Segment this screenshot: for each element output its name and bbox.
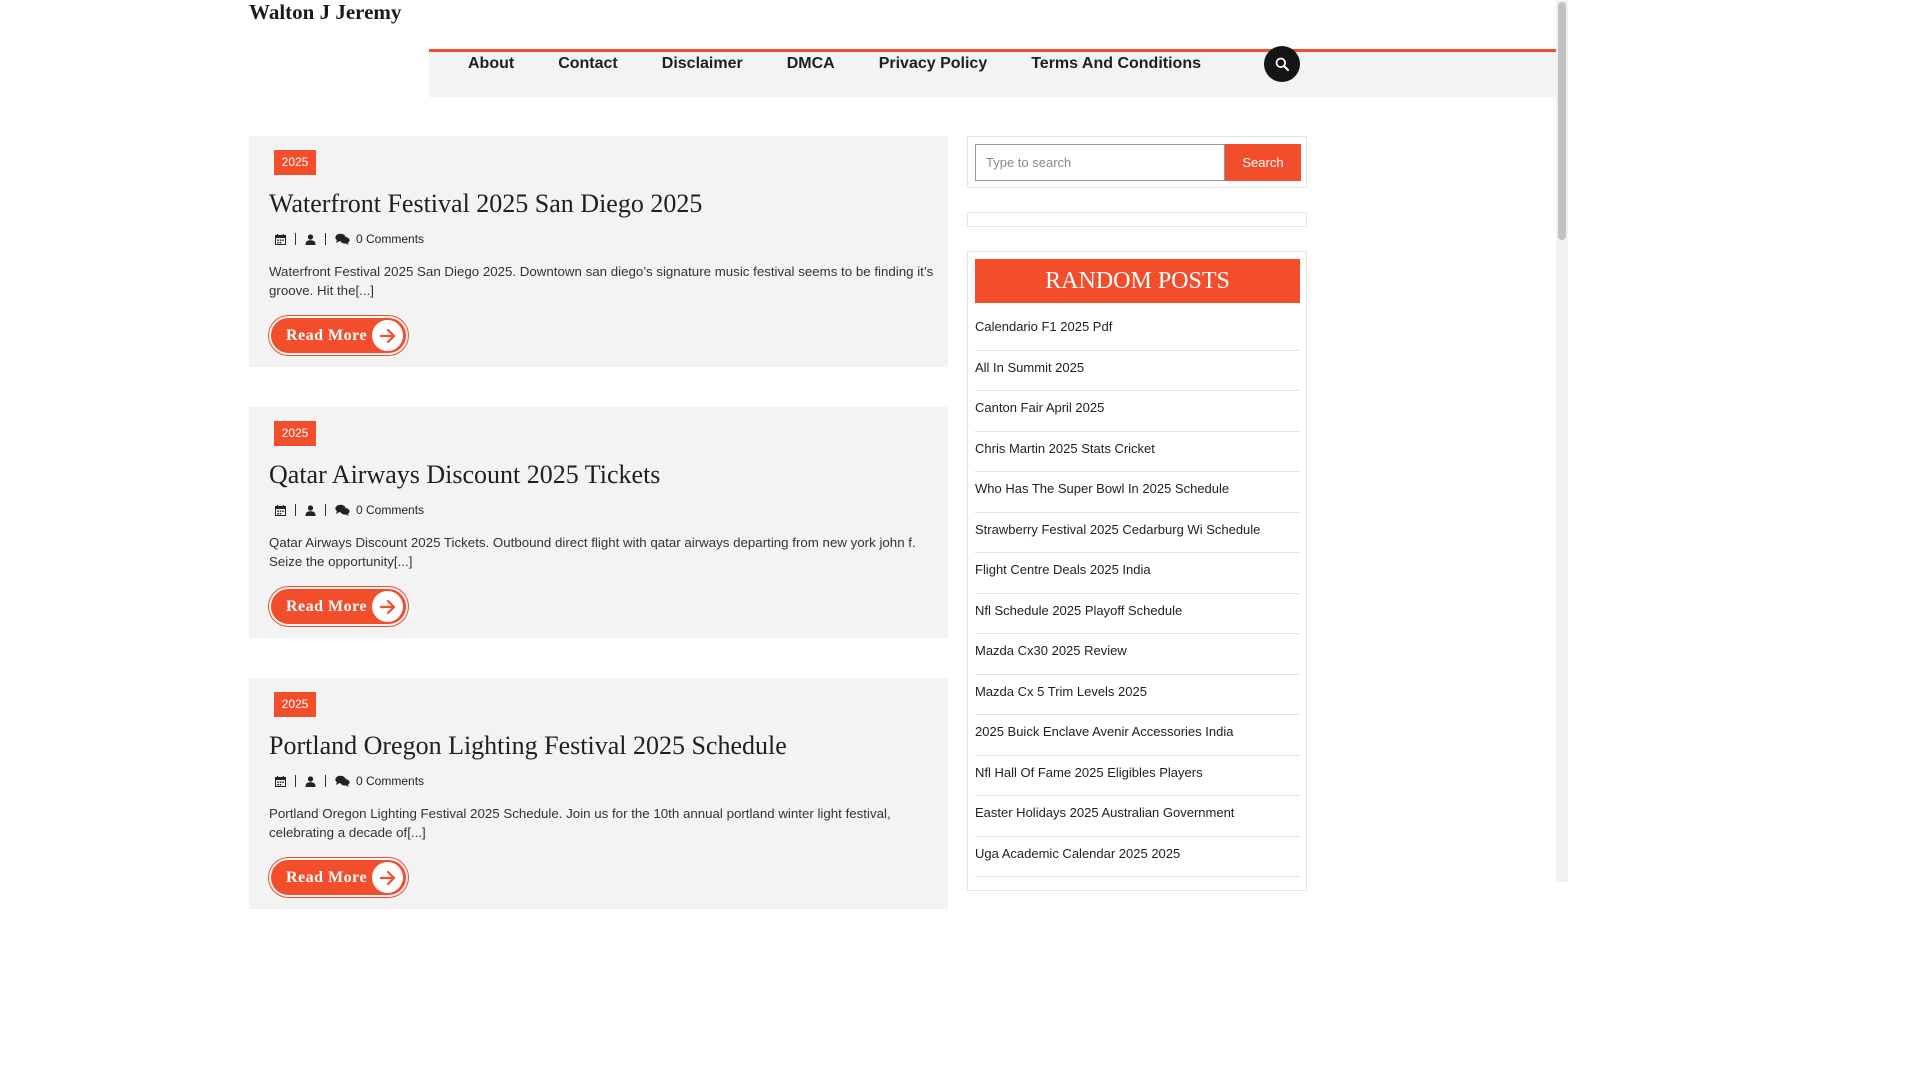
random-post-link[interactable]: Mazda Cx 5 Trim Levels 2025 (975, 675, 1300, 715)
random-post-link[interactable]: Uga Academic Calendar 2025 2025 (975, 837, 1300, 877)
post-card: 2025 Qatar Airways Discount 2025 Tickets… (249, 407, 948, 638)
meta-divider (325, 504, 326, 516)
arrow-right-icon (372, 862, 403, 893)
search-input[interactable] (975, 144, 1225, 181)
nav-item-privacy-policy[interactable]: Privacy Policy (879, 52, 988, 76)
nav-item-about[interactable]: About (468, 52, 514, 76)
read-more-label: Read More (286, 326, 368, 344)
random-post-link[interactable]: Calendario F1 2025 Pdf (975, 310, 1300, 351)
post-meta: 0 Comments (275, 502, 424, 518)
post-card: 2025 Waterfront Festival 2025 San Diego … (249, 136, 948, 367)
post-excerpt: Qatar Airways Discount 2025 Tickets. Out… (269, 535, 916, 569)
random-posts-list: Calendario F1 2025 Pdf All In Summit 202… (975, 310, 1300, 877)
read-more-button[interactable]: Read More (269, 858, 408, 897)
nav-item-terms[interactable]: Terms And Conditions (1031, 52, 1201, 76)
comments-icon (335, 504, 350, 516)
meta-divider (295, 233, 296, 245)
comments-count[interactable]: 0 Comments (356, 232, 424, 246)
post-meta: 0 Comments (275, 773, 424, 789)
random-post-link[interactable]: Strawberry Festival 2025 Cedarburg Wi Sc… (975, 513, 1300, 553)
arrow-right-icon (372, 320, 403, 351)
read-more-label: Read More (286, 597, 368, 615)
calendar-icon (275, 775, 286, 787)
site-title[interactable]: Walton J Jeremy (249, 0, 401, 24)
search-toggle-button[interactable] (1264, 46, 1300, 82)
meta-divider (325, 775, 326, 787)
empty-widget (967, 212, 1307, 227)
meta-divider (295, 775, 296, 787)
calendar-icon (275, 504, 286, 516)
user-icon (305, 233, 316, 245)
primary-navigation: About Contact Disclaimer DMCA Privacy Po… (429, 0, 1556, 97)
read-more-button[interactable]: Read More (269, 587, 408, 626)
search-widget: Search (967, 136, 1307, 188)
post-card: 2025 Portland Oregon Lighting Festival 2… (249, 678, 948, 909)
random-post-link[interactable]: Nfl Hall Of Fame 2025 Eligibles Players (975, 756, 1300, 796)
random-posts-title: RANDOM POSTS (975, 259, 1300, 303)
page-scrollbar[interactable] (1556, 0, 1568, 882)
user-icon (305, 504, 316, 516)
read-more-label: Read More (286, 868, 368, 886)
post-title[interactable]: Portland Oregon Lighting Festival 2025 S… (269, 730, 787, 762)
random-post-link[interactable]: Flight Centre Deals 2025 India (975, 553, 1300, 594)
search-icon (1275, 57, 1289, 71)
nav-menu: About Contact Disclaimer DMCA Privacy Po… (429, 52, 1206, 76)
user-icon (305, 775, 316, 787)
comments-icon (335, 775, 350, 787)
comments-count[interactable]: 0 Comments (356, 503, 424, 517)
category-badge[interactable]: 2025 (274, 421, 316, 446)
category-badge[interactable]: 2025 (274, 150, 316, 175)
random-post-link[interactable]: Who Has The Super Bowl In 2025 Schedule (975, 472, 1300, 513)
post-excerpt: Waterfront Festival 2025 San Diego 2025.… (269, 264, 934, 298)
post-meta: 0 Comments (275, 231, 424, 247)
meta-divider (295, 504, 296, 516)
read-more-button[interactable]: Read More (269, 316, 408, 355)
random-post-link[interactable]: Canton Fair April 2025 (975, 391, 1300, 432)
calendar-icon (275, 233, 286, 245)
random-post-link[interactable]: Nfl Schedule 2025 Playoff Schedule (975, 594, 1300, 634)
comments-count[interactable]: 0 Comments (356, 774, 424, 788)
random-post-link[interactable]: Easter Holidays 2025 Australian Governme… (975, 796, 1300, 837)
category-badge[interactable]: 2025 (274, 692, 316, 717)
post-excerpt: Portland Oregon Lighting Festival 2025 S… (269, 806, 891, 840)
search-button[interactable]: Search (1225, 144, 1301, 181)
meta-divider (325, 233, 326, 245)
random-post-link[interactable]: 2025 Buick Enclave Avenir Accessories In… (975, 715, 1300, 756)
comments-icon (335, 233, 350, 245)
nav-item-dmca[interactable]: DMCA (787, 52, 835, 76)
nav-item-contact[interactable]: Contact (558, 52, 618, 76)
nav-item-disclaimer[interactable]: Disclaimer (662, 52, 743, 76)
arrow-right-icon (372, 591, 403, 622)
random-posts-widget: RANDOM POSTS Calendario F1 2025 Pdf All … (967, 251, 1307, 891)
post-title[interactable]: Qatar Airways Discount 2025 Tickets (269, 459, 660, 491)
random-post-link[interactable]: Chris Martin 2025 Stats Cricket (975, 432, 1300, 472)
random-post-link[interactable]: All In Summit 2025 (975, 351, 1300, 391)
scrollbar-thumb[interactable] (1558, 2, 1566, 240)
post-title[interactable]: Waterfront Festival 2025 San Diego 2025 (269, 188, 702, 220)
random-post-link[interactable]: Mazda Cx30 2025 Review (975, 634, 1300, 675)
